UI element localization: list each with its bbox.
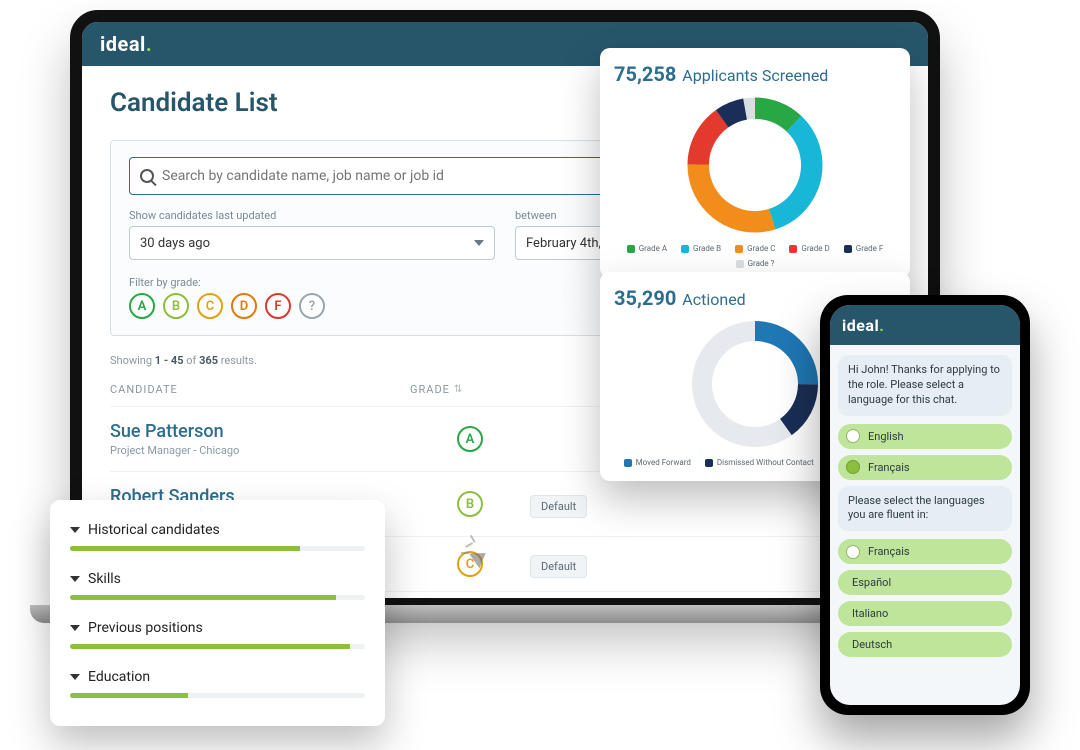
last-updated-label: Show candidates last updated [129,209,495,222]
screened-donut-chart [680,90,830,240]
progress-bar [70,644,365,649]
applicants-screened-card: 75,258 Applicants Screened Grade A Grade… [600,48,910,278]
grade-chip-group: A B C D F ? [129,293,325,319]
actioned-label: Actioned [682,290,745,309]
radio-icon [846,460,860,474]
grade-chip-f[interactable]: F [265,293,291,319]
attribute-section[interactable]: Historical candidates [70,512,365,561]
last-updated-select[interactable]: 30 days ago [129,226,495,260]
col-grade[interactable]: GRADE⇅ [410,383,530,396]
phone-screen: ideal. Hi John! Thanks for applying to t… [830,305,1020,705]
brand-name: ideal [100,32,146,56]
sort-icon: ⇅ [454,384,463,395]
attribute-section[interactable]: Skills [70,561,365,610]
screened-label: Applicants Screened [682,66,828,85]
chevron-down-icon [70,576,80,582]
chat-option-francais[interactable]: Français [838,455,1012,480]
chevron-down-icon [70,625,80,631]
col-candidate[interactable]: CANDIDATE [110,383,410,396]
screened-legend: Grade A Grade B Grade C Grade D Grade F … [614,244,896,268]
attribute-section[interactable]: Previous positions [70,610,365,659]
grade-chip-unknown[interactable]: ? [299,293,325,319]
progress-bar [70,546,365,551]
chat-option-francais-2[interactable]: Français [838,539,1012,564]
grade-badge: A [457,426,483,452]
grade-filter-label: Filter by grade: [129,276,325,289]
brand-dot: . [146,32,152,56]
actioned-count: 35,290 [614,286,676,310]
chat-option-espanol[interactable]: Español [838,570,1012,595]
radio-icon [846,545,860,559]
chat-message: Please select the languages you are flue… [838,486,1012,532]
chevron-down-icon [70,674,80,680]
progress-bar [70,693,365,698]
grade-chip-d[interactable]: D [231,293,257,319]
chevron-down-icon [70,527,80,533]
brand-logo: ideal. [100,32,152,56]
grade-badge: B [457,491,483,517]
radio-icon [846,429,860,443]
chat-body: Hi John! Thanks for applying to the role… [830,345,1020,705]
grade-chip-c[interactable]: C [197,293,223,319]
chat-option-english[interactable]: English [838,424,1012,449]
action-pill[interactable]: Default [530,555,587,578]
progress-bar [70,595,365,600]
chevron-down-icon [474,240,484,246]
attribute-section[interactable]: Education [70,659,365,708]
grade-chip-a[interactable]: A [129,293,155,319]
phone-frame: ideal. Hi John! Thanks for applying to t… [820,295,1030,715]
attributes-card: Historical candidates Skills Previous po… [50,500,385,726]
brand-logo: ideal. [842,316,884,335]
action-pill[interactable]: Default [530,495,587,518]
chat-option-italiano[interactable]: Italiano [838,601,1012,626]
candidate-name[interactable]: Sue Patterson [110,421,410,442]
chat-option-deutsch[interactable]: Deutsch [838,632,1012,657]
phone-header: ideal. [830,305,1020,345]
grade-chip-b[interactable]: B [163,293,189,319]
actioned-donut-chart [685,314,825,454]
cursor-icon [467,542,495,570]
screened-count: 75,258 [614,62,676,86]
last-updated-value: 30 days ago [140,236,210,251]
search-icon [140,169,154,183]
candidate-subtitle: Project Manager - Chicago [110,444,410,457]
chat-message: Hi John! Thanks for applying to the role… [838,355,1012,416]
